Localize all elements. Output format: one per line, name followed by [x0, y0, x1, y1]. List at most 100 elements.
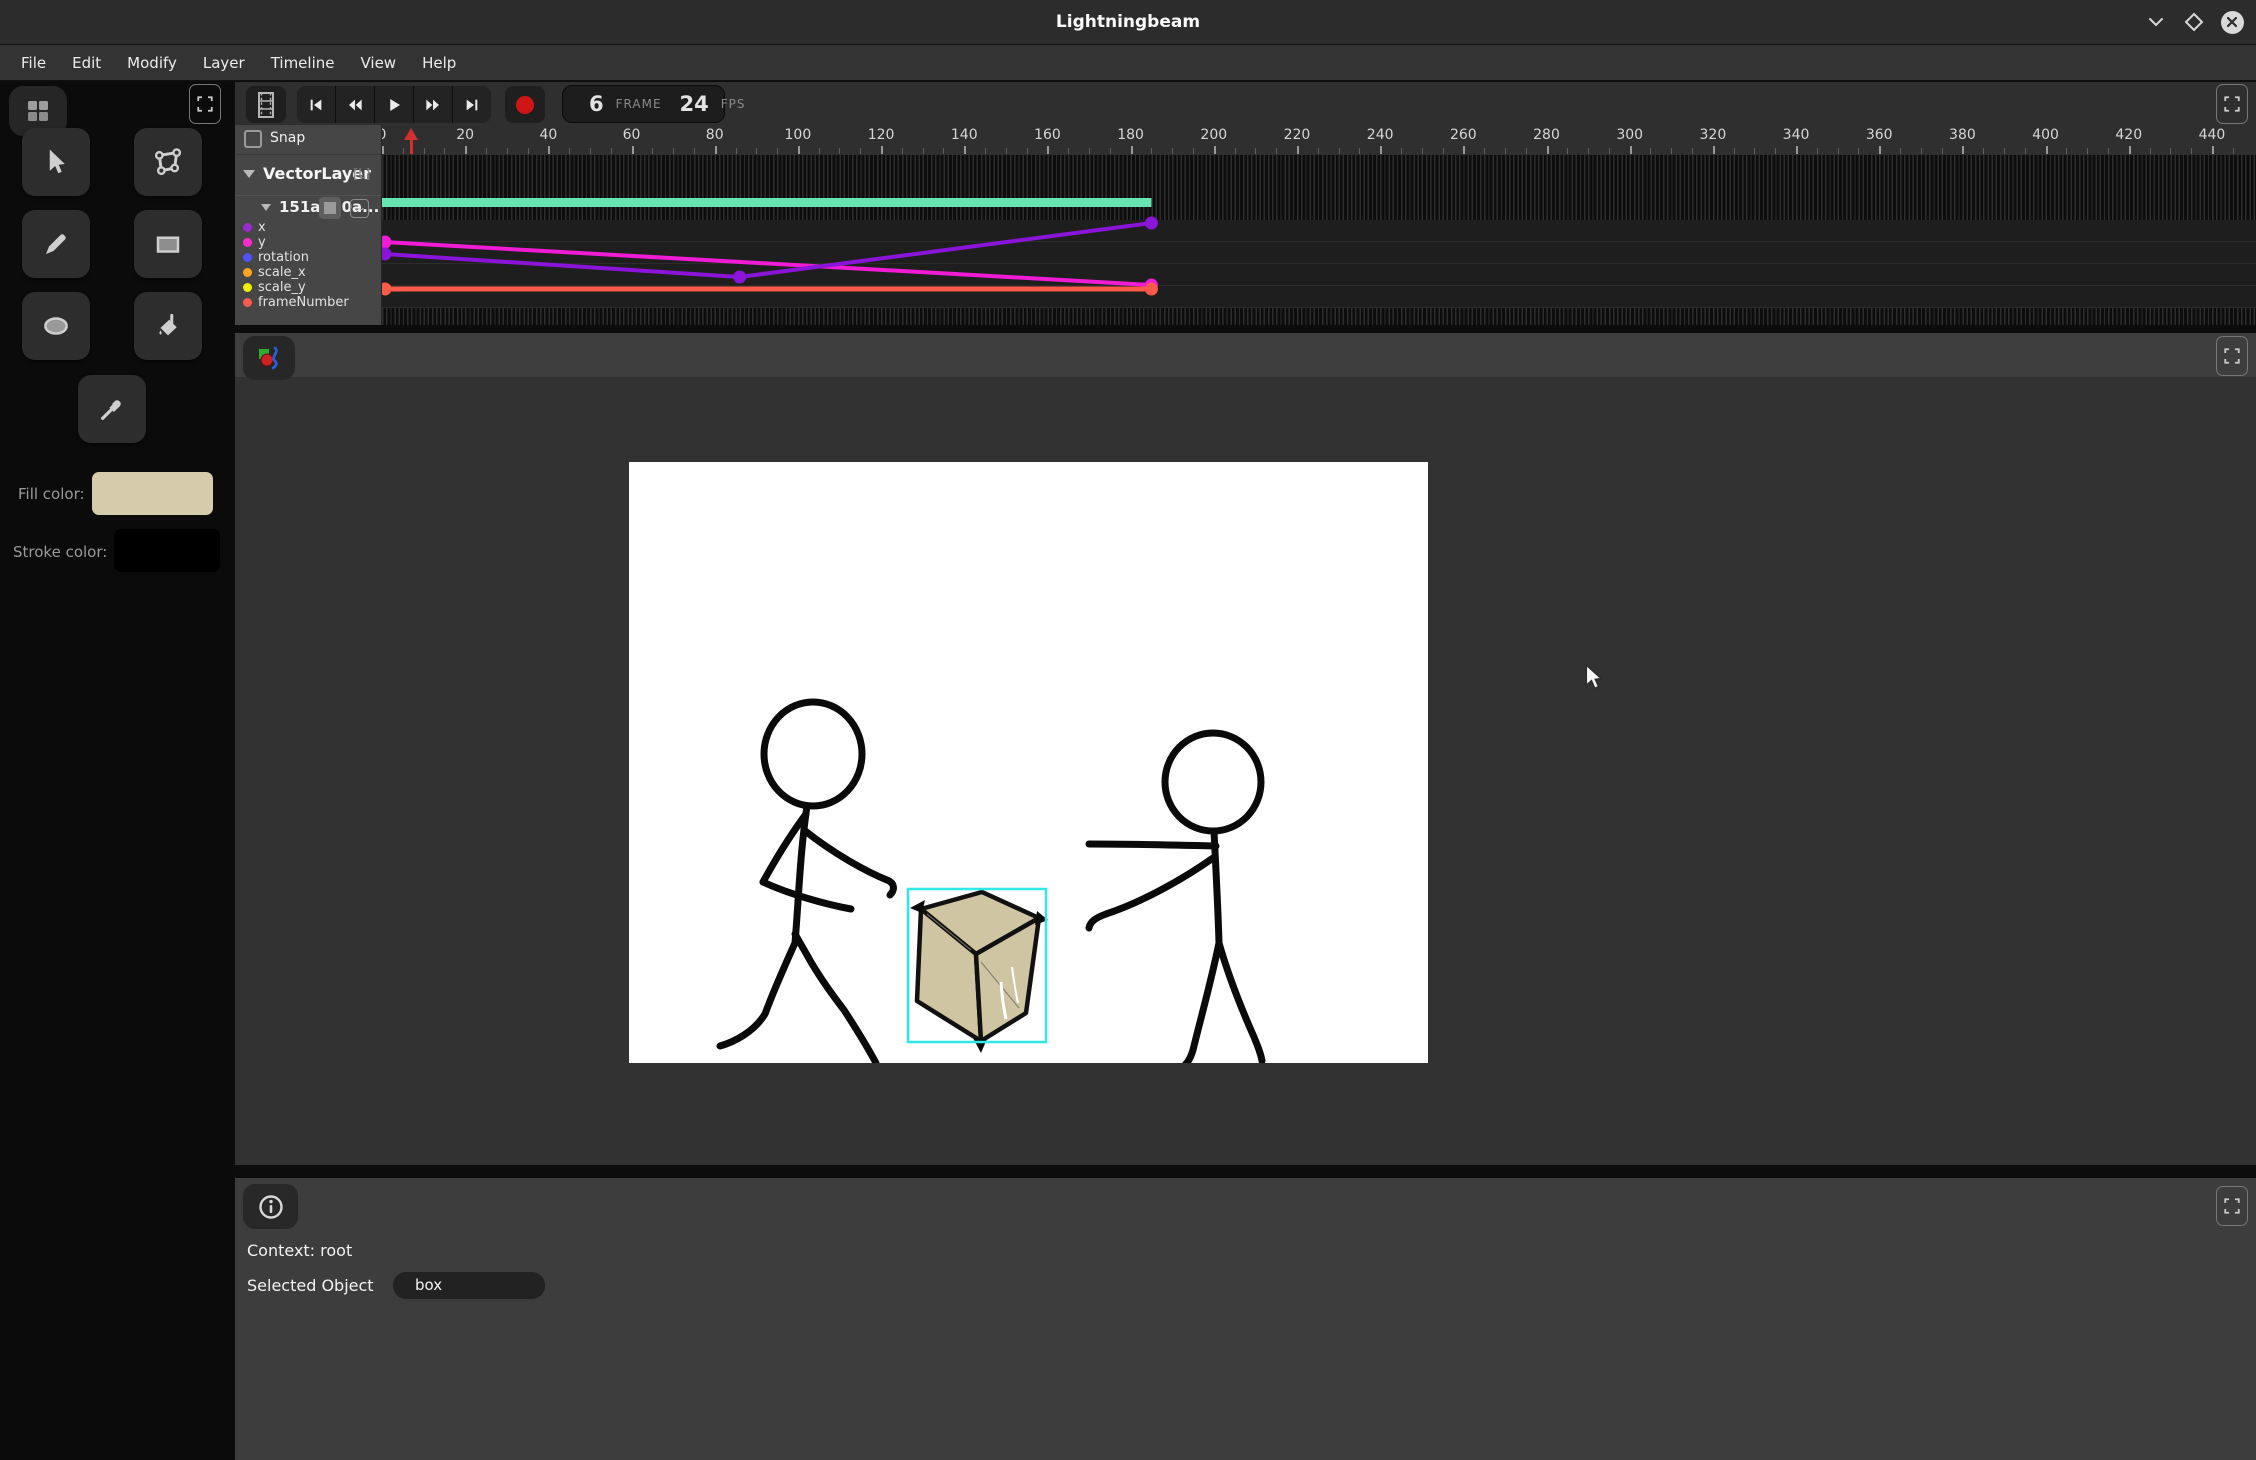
- ruler-label: 160: [1034, 127, 1061, 143]
- sublayer-tilde-toggle[interactable]: ~: [350, 199, 369, 218]
- property-row-y[interactable]: y: [235, 235, 381, 250]
- property-row-x[interactable]: x: [235, 220, 381, 235]
- ruler-tick: [1276, 148, 1277, 154]
- vector-shapes-icon: [256, 345, 282, 371]
- paint-bucket-tool-button[interactable]: [134, 292, 202, 360]
- ruler-tick: [1734, 148, 1735, 154]
- ruler-tick: [1151, 148, 1152, 154]
- maximize-button[interactable]: [2182, 10, 2206, 34]
- fps-unit-label: FPS: [721, 97, 746, 111]
- menu-item-file[interactable]: File: [8, 45, 59, 81]
- menu-item-modify[interactable]: Modify: [114, 45, 190, 81]
- ruler-tick: [1900, 148, 1901, 154]
- property-color-dot: [243, 298, 252, 307]
- fast-forward-button[interactable]: [414, 86, 453, 123]
- menu-item-edit[interactable]: Edit: [59, 45, 114, 81]
- y-curve-keyframe-dot[interactable]: [382, 236, 392, 249]
- timeline-ruler[interactable]: 0204060801001201401601802002202402602803…: [382, 125, 2256, 155]
- property-row-frameNumber[interactable]: frameNumber: [235, 295, 381, 310]
- skip-end-button[interactable]: [453, 86, 491, 123]
- rewind-button[interactable]: [336, 86, 375, 123]
- ruler-label: 280: [1533, 127, 1560, 143]
- frameNumber-curve-keyframe-dot[interactable]: [1145, 283, 1158, 296]
- rectangle-tool-button[interactable]: [134, 210, 202, 278]
- skip-end-icon: [463, 97, 481, 113]
- frame-fps-panel[interactable]: 6 FRAME 24 FPS: [562, 85, 725, 123]
- eyedropper-tool-button[interactable]: [78, 375, 146, 443]
- tools-expand-button[interactable]: [189, 84, 221, 124]
- ruler-tick: [611, 148, 612, 154]
- x-curve-keyframe-dot[interactable]: [1145, 217, 1158, 230]
- stage-canvas[interactable]: [629, 462, 1428, 1063]
- ruler-tick: [1339, 148, 1340, 154]
- skip-start-icon: [307, 97, 325, 113]
- frame-value: 6: [589, 92, 604, 116]
- ruler-label: 340: [1783, 127, 1810, 143]
- layer-collapse-icon[interactable]: [243, 170, 255, 178]
- property-row-scale_x[interactable]: scale_x: [235, 265, 381, 280]
- ruler-tick: [2066, 148, 2067, 154]
- snap-checkbox[interactable]: [244, 130, 262, 148]
- minimize-button[interactable]: [2144, 10, 2168, 34]
- ruler-tick: [1235, 148, 1236, 154]
- ruler-label: 100: [785, 127, 812, 143]
- y-curve[interactable]: [384, 242, 1151, 285]
- timeline-expand-button[interactable]: [2216, 84, 2248, 124]
- stage[interactable]: [629, 462, 1428, 1063]
- skip-start-button[interactable]: [297, 86, 336, 123]
- ruler-tick: [1443, 148, 1444, 154]
- keyframe-span-bar[interactable]: [382, 198, 1151, 207]
- record-button[interactable]: [505, 86, 545, 123]
- box-object[interactable]: [910, 892, 1048, 1053]
- close-button[interactable]: [2220, 10, 2244, 34]
- play-button[interactable]: [375, 86, 414, 123]
- property-row-rotation[interactable]: rotation: [235, 250, 381, 265]
- ruler-tick: [1131, 146, 1133, 154]
- play-icon: [385, 96, 403, 114]
- sublayer-row[interactable]: 151ad70a... ~: [235, 196, 381, 220]
- x-curve-keyframe-dot[interactable]: [382, 248, 392, 261]
- frame-unit-label: FRAME: [616, 97, 662, 111]
- ruler-tick: [1838, 148, 1839, 154]
- snap-row: Snap: [235, 125, 381, 155]
- ruler-tick: [1942, 148, 1943, 154]
- menu-item-view[interactable]: View: [347, 45, 409, 81]
- timeline-curves[interactable]: [382, 155, 2256, 325]
- stroke-color-label: Stroke color:: [13, 543, 107, 561]
- stick-figure-left[interactable]: [720, 702, 893, 1063]
- menu-item-timeline[interactable]: Timeline: [258, 45, 348, 81]
- sublayer-collapse-icon[interactable]: [261, 204, 271, 211]
- app-window: Lightningbeam FileEditModifyLayerTimelin…: [0, 0, 2256, 1460]
- ruler-tick: [964, 146, 966, 154]
- info-button[interactable]: [243, 1184, 298, 1229]
- selected-object-input[interactable]: box: [393, 1272, 545, 1299]
- ellipse-tool-button[interactable]: [22, 292, 90, 360]
- property-row-scale_y[interactable]: scale_y: [235, 280, 381, 295]
- ruler-tick: [1318, 148, 1319, 154]
- fill-color-swatch[interactable]: [92, 472, 213, 515]
- timeline-header: 6 FRAME 24 FPS: [235, 82, 2256, 125]
- menu-item-help[interactable]: Help: [409, 45, 469, 81]
- canvas-expand-button[interactable]: [2216, 336, 2248, 376]
- ruler-tick: [1110, 148, 1111, 154]
- fast-forward-icon: [423, 97, 443, 113]
- x-curve-keyframe-dot[interactable]: [733, 271, 746, 284]
- stick-figure-right[interactable]: [1089, 733, 1262, 1063]
- ruler-tick: [923, 148, 924, 154]
- layer-row[interactable]: VectorLayer [L]: [235, 155, 381, 196]
- inspector-panel: Context: root Selected Object box: [235, 1178, 2256, 1460]
- transform-tool-button[interactable]: [134, 128, 202, 196]
- menu-item-layer[interactable]: Layer: [190, 45, 258, 81]
- film-button[interactable]: [246, 86, 286, 123]
- frameNumber-curve-keyframe-dot[interactable]: [382, 283, 392, 296]
- ruler-tick: [2150, 148, 2151, 154]
- sublayer-square-toggle[interactable]: [319, 197, 341, 219]
- playhead-marker[interactable]: [404, 128, 418, 154]
- canvas-shapes-button[interactable]: [243, 336, 295, 380]
- select-tool-button[interactable]: [22, 128, 90, 196]
- ruler-tick: [1609, 148, 1610, 154]
- ruler-tick: [1692, 148, 1693, 154]
- stroke-color-swatch[interactable]: [114, 529, 220, 572]
- inspector-expand-button[interactable]: [2216, 1186, 2248, 1226]
- pencil-tool-button[interactable]: [22, 210, 90, 278]
